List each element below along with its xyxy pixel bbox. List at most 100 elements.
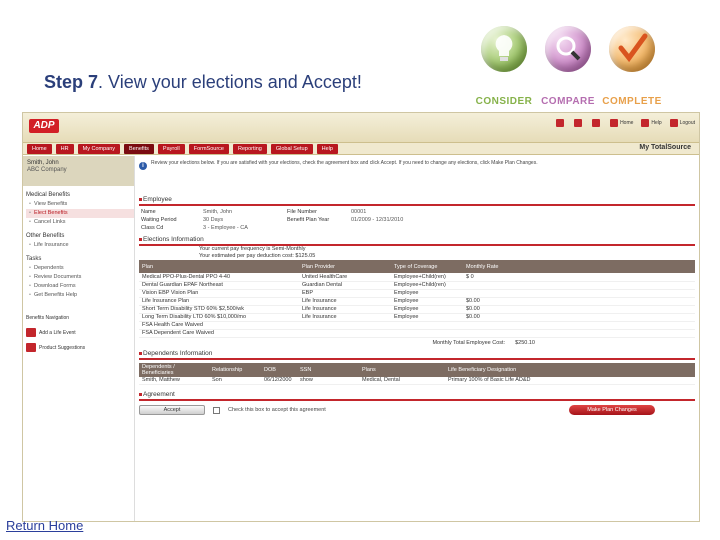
nav-help[interactable]: Help [316, 144, 338, 154]
info-banner: i Review your elections below. If you ar… [139, 160, 695, 192]
sidebar: Smith, John ABC Company Medical Benefits… [23, 156, 135, 521]
magnifier-icon [545, 26, 591, 72]
sidebar-item-view-benefits[interactable]: View Benefits [26, 200, 134, 209]
top-link-logout[interactable]: Logout [669, 119, 695, 127]
election-row: Vision EBP Vision Plan EBP Employee [139, 289, 695, 298]
table-cell [299, 321, 391, 330]
table-cell [463, 321, 695, 330]
step-label: CONSIDER [475, 96, 533, 107]
nav-payroll[interactable]: Payroll [157, 144, 185, 154]
util-product-suggestions[interactable]: Product Suggestions [23, 343, 134, 352]
main-nav: Home HR My Company Benefits Payroll Form… [23, 143, 699, 155]
elections-heading: Elections Information [139, 236, 695, 246]
suggestions-icon [26, 343, 36, 352]
table-cell [299, 329, 391, 338]
nav-my-company[interactable]: My Company [77, 144, 121, 154]
nav-formsource[interactable]: FormSource [188, 144, 229, 154]
table-cell: Smith, Matthew [139, 376, 209, 385]
election-row: FSA Health Care Waived [139, 321, 695, 330]
sidebar-tasks: Tasks Dependents Review Documents Downlo… [23, 256, 134, 300]
sidebar-other: Other Benefits Life Insurance [23, 233, 134, 250]
brand-name: My TotalSource [639, 144, 691, 151]
help-icon [641, 119, 650, 127]
table-cell: $0.00 [463, 313, 695, 322]
election-row: Life Insurance Plan Life Insurance Employe… [139, 297, 695, 306]
sidebar-item-elect-benefits[interactable]: Elect Benefits [26, 209, 134, 218]
table-cell: Vision EBP Vision Plan [139, 289, 299, 298]
dependents-heading: Dependents Information [139, 350, 695, 360]
return-home-link[interactable]: Return Home [6, 518, 83, 533]
info-text: Review your elections below. If you are … [151, 160, 538, 166]
top-link[interactable] [556, 119, 566, 127]
top-link-help[interactable]: Help [641, 119, 662, 127]
accept-button[interactable]: Accept [139, 405, 205, 415]
pay-frequency: Your current pay frequency is Semi-Month… [199, 246, 306, 252]
app-screenshot: ADP Home Help Logout Home HR My Company … [22, 112, 700, 522]
info-icon: i [139, 162, 147, 170]
table-cell: Employee [391, 297, 463, 306]
nav-benefits[interactable]: Benefits [124, 144, 154, 154]
app-topbar: ADP Home Help Logout [23, 113, 699, 143]
top-links: Home Help Logout [556, 119, 695, 127]
nav-global-setup[interactable]: Global Setup [270, 144, 313, 154]
user-name: Smith, John [27, 160, 59, 166]
util-life-event[interactable]: Add a Life Event [23, 328, 134, 337]
top-link[interactable] [592, 119, 602, 127]
slide-title-step: Step 7 [44, 72, 99, 92]
sidebar-item-cancel-links[interactable]: Cancel Links [26, 218, 134, 227]
table-cell: $0.00 [463, 305, 695, 314]
top-link[interactable] [574, 119, 584, 127]
home-icon [610, 119, 619, 127]
elections-table: Plan Plan Provider Type of Coverage Mont… [139, 260, 695, 338]
nav-home[interactable]: Home [27, 144, 52, 154]
nav-reporting[interactable]: Reporting [232, 144, 267, 154]
table-cell: Short Term Disability STD 60% $2,500/wk [139, 305, 299, 314]
election-row: Long Term Disability LTD 60% $10,000/mo L… [139, 313, 695, 322]
nav-hr[interactable]: HR [55, 144, 74, 154]
sidebar-item-forms[interactable]: Download Forms [26, 282, 134, 291]
make-plan-changes-button[interactable]: Make Plan Changes [569, 405, 655, 415]
table-cell: $0.00 [463, 297, 695, 306]
table-cell: Primary 100% of Basic Life AD&D [445, 376, 695, 385]
top-link-home[interactable]: Home [610, 119, 633, 127]
sidebar-item-dependents[interactable]: Dependents [26, 264, 134, 273]
election-row: Dental Guardian EPAF Northeast Guardian D… [139, 281, 695, 290]
table-cell: Employee [391, 313, 463, 322]
checkmark-icon [609, 26, 655, 72]
table-cell: $ 0 [463, 273, 695, 282]
dependent-row: Smith, Matthew Son 06/12/2000 show Medical, … [139, 376, 695, 385]
agreement-checkbox[interactable] [213, 406, 220, 414]
table-cell: Long Term Disability LTD 60% $10,000/mo [139, 313, 299, 322]
sidebar-medical: Medical Benefits View Benefits Elect Ben… [23, 192, 134, 227]
steps-graphic: CONSIDER COMPARE COMPLETE [474, 26, 664, 110]
step-consider: CONSIDER [474, 26, 534, 107]
adp-logo: ADP [29, 119, 59, 133]
toolbar-icon [556, 119, 565, 127]
table-cell [391, 329, 463, 338]
table-cell: Life Insurance [299, 313, 391, 322]
table-cell: Dental Guardian EPAF Northeast [139, 281, 299, 290]
table-cell [463, 329, 695, 338]
table-cell: FSA Health Care Waived [139, 321, 299, 330]
table-cell: 06/12/2000 [261, 376, 297, 385]
util-benefits-navigation[interactable]: Benefits Navigation [23, 314, 134, 322]
sidebar-item-life-insurance[interactable]: Life Insurance [26, 241, 134, 250]
step-label: COMPARE [541, 96, 595, 107]
slide-title: Step 7. View your elections and Accept! [44, 72, 362, 93]
table-cell: Life Insurance [299, 305, 391, 314]
sidebar-item-documents[interactable]: Review Documents [26, 273, 134, 282]
table-cell: Employee [391, 305, 463, 314]
step-compare: COMPARE [538, 26, 598, 107]
table-cell: show [297, 376, 359, 385]
table-cell: FSA Dependent Care Waived [139, 329, 299, 338]
step-complete: COMPLETE [602, 26, 662, 107]
sidebar-item-help[interactable]: Get Benefits Help [26, 291, 134, 300]
table-cell: Guardian Dental [299, 281, 391, 290]
user-box: Smith, John ABC Company [23, 156, 134, 186]
slide-title-text: . View your elections and Accept! [98, 72, 362, 92]
close-icon [669, 119, 678, 127]
table-cell: Medical, Dental [359, 376, 445, 385]
election-row: Short Term Disability STD 60% $2,500/wk L… [139, 305, 695, 314]
table-cell [463, 289, 695, 298]
table-cell: United HealthCare [299, 273, 391, 282]
